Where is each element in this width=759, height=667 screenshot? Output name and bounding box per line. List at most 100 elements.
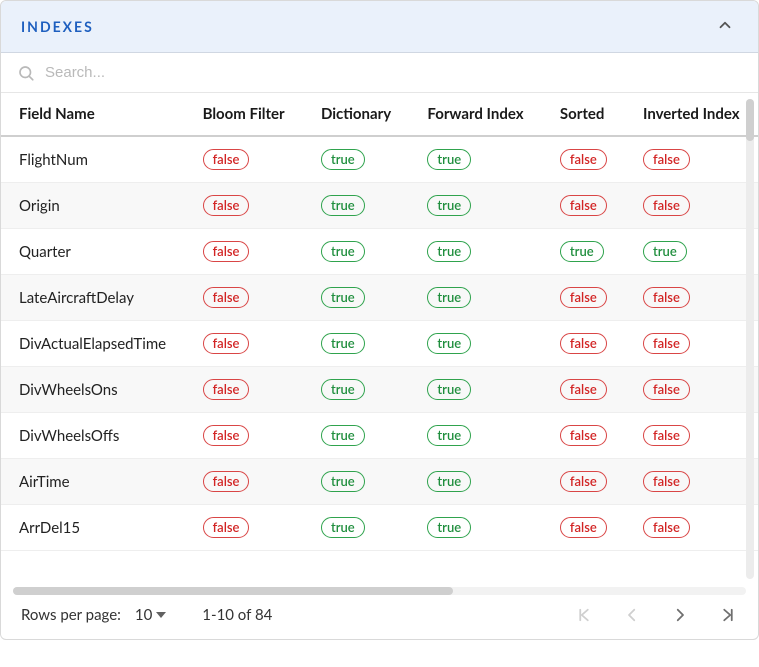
false-pill: false — [203, 333, 250, 354]
true-pill: true — [427, 195, 471, 216]
true-pill: true — [321, 287, 365, 308]
table-scroll: Field Name Bloom Filter Dictionary Forwa… — [1, 93, 758, 585]
true-pill: true — [321, 425, 365, 446]
rows-per-page-select[interactable]: 10 — [135, 606, 166, 624]
dropdown-icon — [156, 610, 166, 620]
search-input[interactable] — [43, 63, 744, 82]
cell-bloom: false — [185, 413, 303, 459]
cell-forward: true — [409, 183, 542, 229]
cell-inverted: false — [625, 413, 758, 459]
cell-field-name: DivWheelsOns — [1, 367, 185, 413]
panel-title: INDEXES — [21, 18, 94, 35]
panel-header: INDEXES — [1, 1, 758, 53]
chevron-left-icon — [623, 606, 641, 624]
cell-forward: true — [409, 459, 542, 505]
col-bloom-filter[interactable]: Bloom Filter — [185, 93, 303, 136]
table-row[interactable]: Quarterfalsetruetruetruetrue — [1, 229, 758, 275]
cell-inverted: false — [625, 275, 758, 321]
col-dictionary[interactable]: Dictionary — [303, 93, 409, 136]
indexes-table: Field Name Bloom Filter Dictionary Forwa… — [1, 93, 758, 551]
cell-forward: true — [409, 136, 542, 183]
vertical-scrollbar-thumb[interactable] — [746, 99, 754, 141]
table-row[interactable]: Originfalsetruetruefalsefalse — [1, 183, 758, 229]
page-last-icon — [719, 606, 737, 624]
cell-dict: true — [303, 136, 409, 183]
cell-sorted: false — [542, 321, 625, 367]
cell-inverted: false — [625, 321, 758, 367]
true-pill: true — [321, 149, 365, 170]
table-row[interactable]: DivWheelsOns false true true false false — [1, 367, 758, 413]
page-last-button[interactable] — [718, 605, 738, 625]
cell-forward: true — [409, 229, 542, 275]
true-pill: true — [427, 149, 471, 170]
cell-forward: true — [409, 505, 542, 551]
cell-forward: true — [409, 275, 542, 321]
false-pill: false — [203, 379, 250, 400]
table-row[interactable]: LateAircraftDelayfalsetruetruefalsefalse — [1, 275, 758, 321]
false-pill: false — [643, 425, 690, 446]
cell-field-name: AirTime — [1, 459, 185, 505]
indexes-panel: INDEXES Field Name Bloom Filter Dictiona… — [0, 0, 759, 640]
cell-inverted: false — [625, 183, 758, 229]
page-prev-button[interactable] — [622, 605, 642, 625]
false-pill: false — [643, 471, 690, 492]
table-row[interactable]: ArrDel15falsetruetruefalsefalse — [1, 505, 758, 551]
cell-field-name: FlightNum — [1, 136, 185, 183]
cell-sorted: false — [542, 136, 625, 183]
cell-forward: true — [409, 413, 542, 459]
cell-sorted: false — [542, 367, 625, 413]
false-pill: false — [560, 517, 607, 538]
cell-sorted: false — [542, 275, 625, 321]
false-pill: false — [203, 471, 250, 492]
table-row[interactable]: DivWheelsOffs false true true false false — [1, 413, 758, 459]
chevron-right-icon — [671, 606, 689, 624]
false-pill: false — [203, 287, 250, 308]
search-row — [1, 53, 758, 93]
col-field-name[interactable]: Field Name — [1, 93, 185, 136]
cell-field-name: Quarter — [1, 229, 185, 275]
false-pill: false — [560, 425, 607, 446]
page-next-button[interactable] — [670, 605, 690, 625]
cell-field-name: DivActualElapsedTime — [1, 321, 185, 367]
table-row[interactable]: AirTimefalsetruetruefalsefalse — [1, 459, 758, 505]
rows-per-page-value: 10 — [135, 606, 152, 624]
false-pill: false — [203, 149, 250, 170]
true-pill: true — [321, 471, 365, 492]
pagination: Rows per page: 10 1-10 of 84 — [1, 595, 758, 639]
table-row[interactable]: FlightNum false true true false false — [1, 136, 758, 183]
false-pill: false — [643, 149, 690, 170]
col-inverted-index[interactable]: Inverted Index — [625, 93, 758, 136]
cell-sorted: false — [542, 505, 625, 551]
cell-bloom: false — [185, 459, 303, 505]
cell-dict: true — [303, 459, 409, 505]
cell-bloom: false — [185, 136, 303, 183]
vertical-scrollbar[interactable] — [746, 99, 754, 579]
true-pill: true — [427, 425, 471, 446]
false-pill: false — [643, 379, 690, 400]
true-pill: true — [427, 379, 471, 400]
cell-inverted: false — [625, 367, 758, 413]
page-first-button[interactable] — [574, 605, 594, 625]
true-pill: true — [560, 241, 604, 262]
cell-sorted: true — [542, 229, 625, 275]
col-forward-index[interactable]: Forward Index — [409, 93, 542, 136]
search-icon — [17, 64, 35, 82]
horizontal-scrollbar-thumb[interactable] — [13, 587, 453, 595]
cell-field-name: Origin — [1, 183, 185, 229]
cell-bloom: false — [185, 183, 303, 229]
cell-field-name: DivWheelsOffs — [1, 413, 185, 459]
true-pill: true — [321, 379, 365, 400]
false-pill: false — [203, 425, 250, 446]
cell-bloom: false — [185, 321, 303, 367]
horizontal-scrollbar[interactable] — [13, 587, 746, 595]
cell-bloom: false — [185, 275, 303, 321]
chevron-up-icon — [716, 16, 734, 34]
cell-dict: true — [303, 413, 409, 459]
cell-inverted: false — [625, 136, 758, 183]
cell-sorted: false — [542, 459, 625, 505]
cell-field-name: LateAircraftDelay — [1, 275, 185, 321]
table-row[interactable]: DivActualElapsedTimefalsetruetruefalsefa… — [1, 321, 758, 367]
false-pill: false — [560, 333, 607, 354]
collapse-button[interactable] — [712, 12, 738, 41]
col-sorted[interactable]: Sorted — [542, 93, 625, 136]
